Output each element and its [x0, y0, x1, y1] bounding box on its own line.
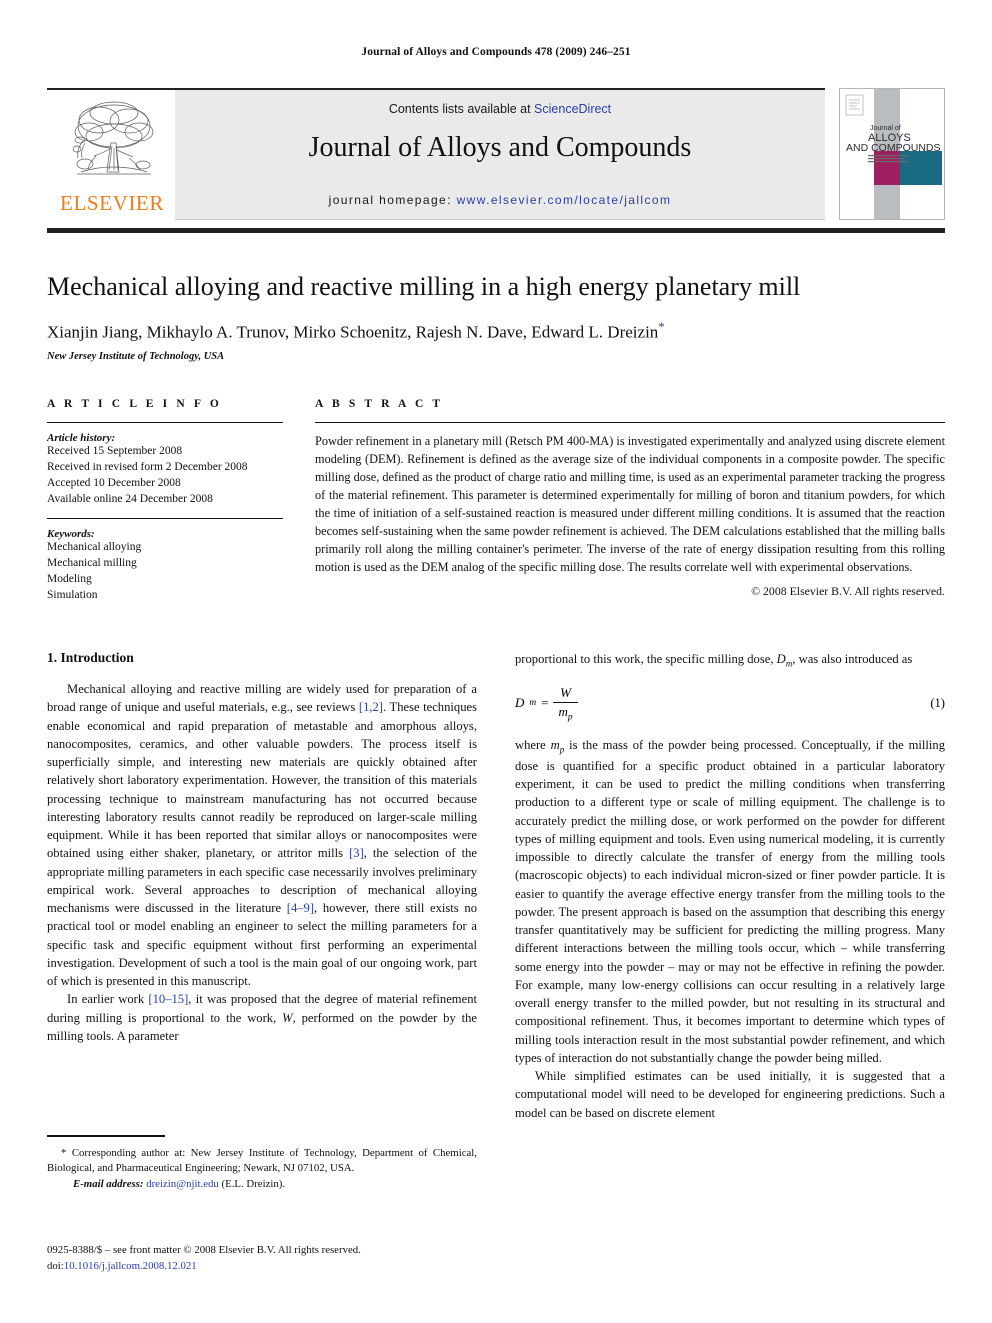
history-item: Received 15 September 2008 [47, 445, 183, 457]
info-abstract-region: A R T I C L E I N F O Article history: R… [47, 398, 945, 604]
citation-ref[interactable]: [1,2] [359, 700, 383, 714]
keyword-item: Mechanical milling [47, 557, 137, 570]
corresponding-author-marker: * [658, 318, 665, 334]
contents-available-line: Contents lists available at ScienceDirec… [175, 102, 825, 116]
email-note: E-mail address: dreizin@njit.edu (E.L. D… [47, 1177, 477, 1192]
sciencedirect-link[interactable]: ScienceDirect [534, 102, 611, 116]
history-item: Received in revised form 2 December 2008 [47, 460, 248, 473]
title-block: Mechanical alloying and reactive milling… [47, 272, 945, 362]
contents-prefix: Contents lists available at [388, 102, 535, 116]
abstract-text: Powder refinement in a planetary mill (R… [315, 434, 945, 575]
body-column-right: proportional to this work, the specific … [515, 650, 945, 1122]
keyword-item: Simulation [47, 589, 98, 602]
journal-homepage-line: journal homepage: www.elsevier.com/locat… [175, 193, 825, 207]
equation-equals: = [541, 695, 549, 711]
paragraph-right-1: where mp is the mass of the powder being… [515, 736, 945, 1067]
issn-line: 0925-8388/$ – see front matter © 2008 El… [47, 1244, 361, 1256]
info-rule-mid [47, 518, 283, 520]
author-names: Xianjin Jiang, Mikhaylo A. Trunov, Mirko… [47, 322, 659, 342]
issn-doi-block: 0925-8388/$ – see front matter © 2008 El… [47, 1243, 547, 1274]
abstract-heading: A B S T R A C T [315, 398, 444, 410]
article-history-label: Article history: [47, 432, 116, 444]
citation-ref[interactable]: [3] [349, 846, 364, 860]
equation-numerator: W [560, 684, 571, 700]
article-info-heading: A R T I C L E I N F O [47, 398, 222, 410]
doi-link[interactable]: 10.1016/j.jallcom.2008.12.021 [64, 1260, 197, 1272]
page-title: Mechanical alloying and reactive milling… [47, 272, 801, 301]
equation-1: Dm = W mp (1) [515, 685, 945, 723]
homepage-url-link[interactable]: www.elsevier.com/locate/jallcom [457, 193, 672, 207]
svg-text:AND COMPOUNDS: AND COMPOUNDS [846, 142, 941, 154]
elsevier-wordmark: ELSEVIER [60, 191, 164, 215]
keyword-item: Modeling [47, 573, 92, 586]
math-symbol-D: D [776, 652, 786, 666]
footnote-text: Corresponding author at: New Jersey Inst… [47, 1147, 477, 1175]
svg-text:Journal of: Journal of [870, 125, 901, 132]
homepage-prefix: journal homepage: [328, 193, 457, 207]
journal-masthead: ELSEVIER Contents lists available at Sci… [47, 88, 945, 220]
footnote-star: * [61, 1147, 67, 1159]
math-symbol-W: W [282, 1010, 293, 1025]
text-run: proportional to this work, the specific … [515, 652, 777, 666]
equation-number: (1) [930, 695, 945, 710]
equation-lhs-subscript: m [529, 698, 537, 709]
cover-artwork: Journal of ALLOYS AND COMPOUNDS [840, 89, 942, 219]
keyword-item: Mechanical alloying [47, 541, 142, 554]
history-item: Available online 24 December 2008 [47, 492, 213, 505]
doi-line: doi:10.1016/j.jallcom.2008.12.021 [47, 1259, 547, 1275]
section-heading-introduction: 1. Introduction [47, 650, 134, 665]
running-head: Journal of Alloys and Compounds 478 (200… [361, 46, 631, 58]
corresponding-author-note: * Corresponding author at: New Jersey In… [47, 1146, 477, 1177]
author-list: Xianjin Jiang, Mikhaylo A. Trunov, Mirko… [47, 319, 945, 343]
abstract-column: A B S T R A C T Powder refinement in a p… [315, 398, 945, 604]
text-run: In earlier work [67, 992, 149, 1007]
footnote-rule [47, 1135, 165, 1137]
body-columns: 1. Introduction Mechanical alloying and … [47, 650, 945, 1122]
math-symbol-m: m [550, 738, 560, 753]
citation-ref[interactable]: [4–9] [287, 901, 314, 915]
email-person: (E.L. Dreizin). [221, 1177, 286, 1190]
abstract-copyright: © 2008 Elsevier B.V. All rights reserved… [751, 583, 945, 598]
email-link[interactable]: dreizin@njit.edu [146, 1178, 219, 1190]
equation-fraction: W mp [553, 684, 578, 723]
paragraph-right-2: While simplified estimates can be used i… [515, 1069, 945, 1120]
text-run: . These techniques enable economical and… [47, 700, 477, 861]
journal-title: Journal of Alloys and Compounds [308, 132, 692, 163]
text-run: , was also introduced as [792, 652, 913, 666]
text-run: where [515, 738, 551, 753]
equation-body: Dm = W mp [515, 684, 578, 723]
footnote-block: * Corresponding author at: New Jersey In… [47, 1135, 477, 1192]
masthead-band: Contents lists available at ScienceDirec… [175, 88, 825, 220]
affiliation: New Jersey Institute of Technology, USA [47, 351, 225, 363]
equation-denominator-symbol: m [558, 703, 568, 719]
equation-denominator-subscript: p [567, 712, 573, 723]
info-rule-top [47, 422, 283, 423]
elsevier-logo: ELSEVIER [47, 88, 175, 220]
paragraph-right-0: proportional to this work, the specific … [515, 650, 945, 671]
history-item: Accepted 10 December 2008 [47, 476, 181, 489]
article-info-column: A R T I C L E I N F O Article history: R… [47, 398, 283, 604]
text-run: is the mass of the powder being processe… [515, 738, 945, 1065]
equation-lhs-symbol: D [515, 695, 525, 711]
body-column-left: 1. Introduction Mechanical alloying and … [47, 650, 477, 1122]
journal-cover-thumbnail: Journal of ALLOYS AND COMPOUNDS [839, 88, 945, 220]
paragraph-intro-2: In earlier work [10–15], it was proposed… [47, 990, 477, 1045]
equation-denominator: mp [553, 701, 578, 723]
masthead-divider [47, 228, 945, 233]
paper-page: Journal of Alloys and Compounds 478 (200… [0, 0, 992, 1323]
abstract-rule [315, 422, 945, 423]
keywords-label: Keywords: [47, 528, 95, 541]
doi-label: doi: [47, 1259, 64, 1272]
email-label: E-mail address: [73, 1177, 144, 1190]
citation-ref[interactable]: [10–15] [148, 992, 188, 1006]
paragraph-intro-1: Mechanical alloying and reactive milling… [47, 680, 477, 990]
elsevier-tree-icon [72, 101, 154, 175]
